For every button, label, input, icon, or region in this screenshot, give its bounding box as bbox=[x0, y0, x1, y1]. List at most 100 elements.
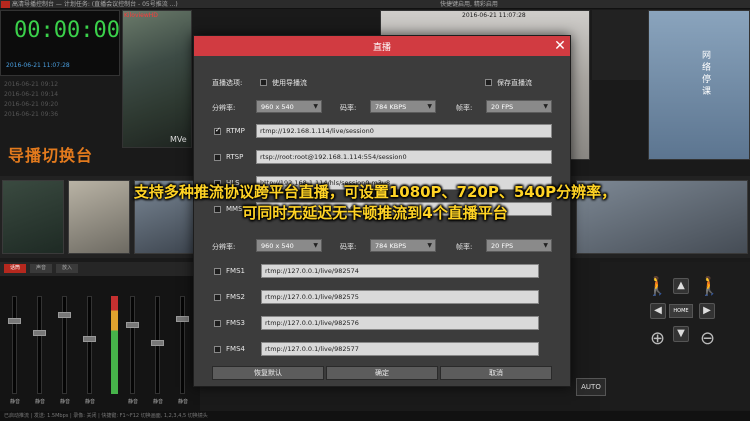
log-line: 2016-06-21 09:14 bbox=[4, 91, 59, 98]
banner-line-2: 可同时无延迟无卡顿推流到4个直播平台 bbox=[242, 204, 508, 222]
resolution-value: 960 x 540 bbox=[261, 103, 294, 111]
rtsp-url-field[interactable]: rtsp://root:root@192.168.1.114:554/sessi… bbox=[256, 150, 552, 164]
fader-knob[interactable] bbox=[33, 330, 46, 336]
chevron-down-icon: ▼ bbox=[543, 103, 548, 110]
mute-label[interactable]: 静音 bbox=[172, 398, 194, 405]
save-push-label: 保存直播流 bbox=[497, 79, 532, 87]
save-push-checkbox[interactable] bbox=[485, 79, 492, 86]
rtsp-checkbox[interactable] bbox=[214, 154, 221, 161]
bitrate-value: 784 KBPS bbox=[375, 103, 407, 111]
preview-video[interactable] bbox=[122, 10, 192, 148]
walk-left-icon[interactable]: 🚶 bbox=[646, 276, 668, 297]
bitrate-label: 码率: bbox=[340, 104, 357, 112]
use-push-checkbox[interactable] bbox=[260, 79, 267, 86]
timer-display: 00:00:00 bbox=[14, 18, 120, 43]
fms-fps-select[interactable]: 20 FPS ▼ bbox=[486, 239, 552, 252]
use-push-label: 使用导播流 bbox=[272, 79, 307, 87]
zoom-out-icon[interactable]: ⊖ bbox=[700, 328, 715, 349]
fms2-checkbox[interactable] bbox=[214, 294, 221, 301]
audio-fader[interactable] bbox=[37, 296, 42, 394]
fms-resolution-label: 分辨率: bbox=[212, 243, 236, 251]
fms3-url-field[interactable]: rtmp://127.0.0.1/live/982576 bbox=[261, 316, 539, 330]
log-line: 2016-06-21 09:36 bbox=[4, 111, 59, 118]
log-line: 2016-06-21 09:20 bbox=[4, 101, 59, 108]
mute-label[interactable]: 静音 bbox=[79, 398, 101, 405]
fms-resolution-select[interactable]: 960 x 540 ▼ bbox=[256, 239, 322, 252]
chevron-down-icon: ▼ bbox=[427, 242, 432, 249]
audio-fader[interactable] bbox=[130, 296, 135, 394]
fms4-label: FMS4 bbox=[226, 345, 245, 353]
walk-right-icon[interactable]: 🚶 bbox=[698, 276, 720, 297]
mute-label[interactable]: 静音 bbox=[147, 398, 169, 405]
audio-fader[interactable] bbox=[87, 296, 92, 394]
camera-thumbnail[interactable] bbox=[648, 10, 750, 160]
promo-banner: 支持多种推流协议跨平台直播，可设置1080P、720P、540P分辨率， 可同时… bbox=[0, 182, 750, 230]
bitrate-select[interactable]: 784 KBPS ▼ bbox=[370, 100, 436, 113]
fms4-checkbox[interactable] bbox=[214, 346, 221, 353]
fader-knob[interactable] bbox=[176, 316, 189, 322]
fms-resolution-value: 960 x 540 bbox=[261, 242, 294, 250]
chevron-down-icon: ▼ bbox=[313, 103, 318, 110]
fps-label: 帧率: bbox=[456, 104, 473, 112]
right-menu-panel[interactable] bbox=[592, 10, 648, 80]
fader-knob[interactable] bbox=[8, 318, 21, 324]
restore-defaults-button[interactable]: 恢复默认 bbox=[212, 366, 324, 380]
fms3-checkbox[interactable] bbox=[214, 320, 221, 327]
switcher-title: 导播切换台 bbox=[8, 146, 94, 165]
resolution-label: 分辨率: bbox=[212, 104, 236, 112]
rtsp-label: RTSP bbox=[226, 153, 244, 161]
fms1-checkbox[interactable] bbox=[214, 268, 221, 275]
ptz-left-button[interactable]: ◀ bbox=[650, 303, 666, 319]
resolution-select[interactable]: 960 x 540 ▼ bbox=[256, 100, 322, 113]
app-titlebar: 高清导播控制台 — 计划任务: (直播会议控制台 - 05号推流 ...) 快捷… bbox=[0, 0, 750, 9]
ptz-right-button[interactable]: ▶ bbox=[699, 303, 715, 319]
rtmp-url-field[interactable]: rtmp://192.168.1.114/live/session0 bbox=[256, 124, 552, 138]
audio-fader[interactable] bbox=[62, 296, 67, 394]
audio-fader[interactable] bbox=[12, 296, 17, 394]
mute-label[interactable]: 静音 bbox=[122, 398, 144, 405]
mixer-tab[interactable]: 声音 bbox=[30, 264, 52, 273]
ok-button[interactable]: 确定 bbox=[326, 366, 438, 380]
fader-knob[interactable] bbox=[58, 312, 71, 318]
fms1-label: FMS1 bbox=[226, 267, 245, 275]
log-line: 2016-06-21 09:12 bbox=[4, 81, 59, 88]
fader-knob[interactable] bbox=[151, 340, 164, 346]
fms4-url-field[interactable]: rtmp://127.0.0.1/live/982577 bbox=[261, 342, 539, 356]
fms-fps-value: 20 FPS bbox=[491, 242, 514, 250]
camera-thumbnail-label: 网络停课 bbox=[702, 51, 712, 97]
rtmp-checkbox[interactable] bbox=[214, 126, 221, 135]
mixer-tab[interactable]: 放入 bbox=[56, 264, 78, 273]
mixer-tab[interactable]: 话筒 bbox=[4, 264, 26, 273]
titlebar-text: 高清导播控制台 — 计划任务: (直播会议控制台 - 05号推流 ...) bbox=[12, 1, 178, 8]
chevron-down-icon: ▼ bbox=[543, 242, 548, 249]
dialog-title: 直播 bbox=[372, 43, 391, 53]
audio-fader[interactable] bbox=[180, 296, 185, 394]
timer-timestamp: 2016-06-21 11:07:28 bbox=[6, 62, 70, 69]
dialog-header: 直播 ✕ bbox=[194, 36, 570, 56]
fms-bitrate-select[interactable]: 784 KBPS ▼ bbox=[370, 239, 436, 252]
mute-label[interactable]: 静音 bbox=[54, 398, 76, 405]
cancel-button[interactable]: 取消 bbox=[440, 366, 552, 380]
fms2-label: FMS2 bbox=[226, 293, 245, 301]
fms1-url-field[interactable]: rtmp://127.0.0.1/live/982574 bbox=[261, 264, 539, 278]
ptz-up-button[interactable]: ▲ bbox=[673, 278, 689, 294]
mute-label[interactable]: 静音 bbox=[29, 398, 51, 405]
fps-select[interactable]: 20 FPS ▼ bbox=[486, 100, 552, 113]
mute-label[interactable]: 静音 bbox=[4, 398, 26, 405]
ptz-down-button[interactable]: ▼ bbox=[673, 326, 689, 342]
fms2-url-field[interactable]: rtmp://127.0.0.1/live/982575 bbox=[261, 290, 539, 304]
preview-label: KiloviewHD bbox=[124, 12, 158, 19]
fps-value: 20 FPS bbox=[491, 103, 514, 111]
ptz-home-button[interactable]: HOME bbox=[669, 304, 693, 318]
audio-mixer bbox=[0, 276, 200, 411]
fader-knob[interactable] bbox=[126, 322, 139, 328]
fms-fps-label: 帧率: bbox=[456, 243, 473, 251]
rtmp-label: RTMP bbox=[226, 127, 245, 135]
chevron-down-icon: ▼ bbox=[313, 242, 318, 249]
fader-knob[interactable] bbox=[83, 336, 96, 342]
log-list: 2016-06-21 09:12 2016-06-21 09:14 2016-0… bbox=[4, 80, 116, 120]
zoom-in-icon[interactable]: ⊕ bbox=[650, 328, 665, 349]
chevron-down-icon: ▼ bbox=[427, 103, 432, 110]
close-icon[interactable]: ✕ bbox=[551, 37, 569, 55]
auto-button[interactable]: AUTO bbox=[576, 378, 606, 396]
